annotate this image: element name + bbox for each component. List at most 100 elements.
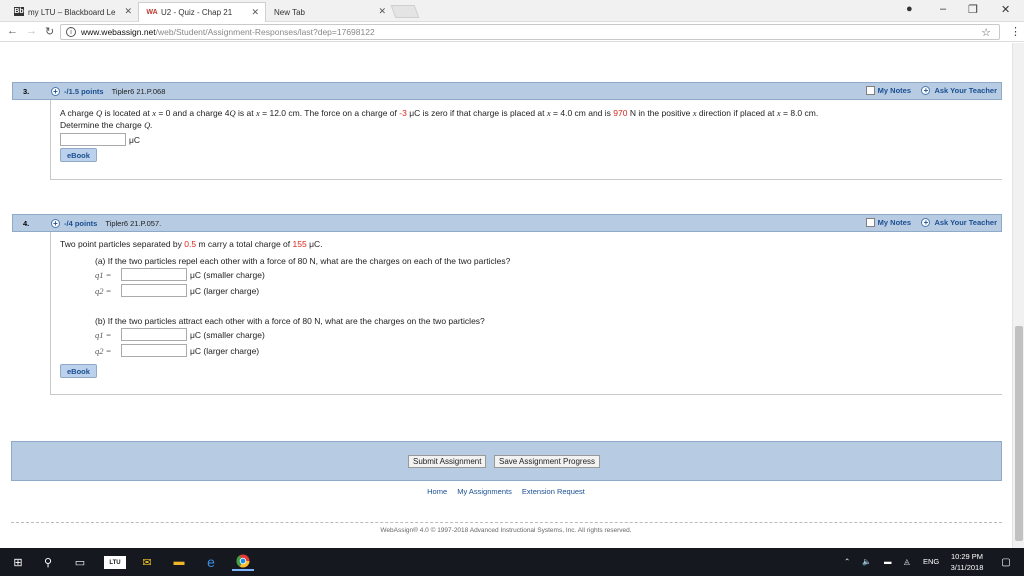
mail-icon[interactable]: ✉ (136, 553, 158, 571)
clock-date: 3/11/2018 (950, 563, 984, 572)
tab-label: New Tab (274, 7, 305, 17)
part-b-text: (b) If the two particles attract each ot… (95, 316, 485, 326)
plus-icon: + (921, 218, 931, 227)
part-a-q1-row: q1 = μC (smaller charge) (95, 268, 265, 281)
question-4-header: 4. + -/4 points Tipler6 21.P.057. My Not… (12, 214, 1002, 232)
bookmark-star-icon[interactable]: ☆ (981, 26, 991, 39)
part-b-q1-row: q1 = μC (smaller charge) (95, 328, 265, 341)
submit-bar: Submit Assignment Save Assignment Progre… (11, 441, 1002, 481)
part-a-q1-input[interactable] (121, 268, 187, 281)
close-icon[interactable]: ✕ (378, 6, 386, 17)
unit-label: μC (smaller charge) (190, 329, 265, 340)
close-window-icon[interactable]: ✕ (1001, 3, 1010, 16)
expand-plus-icon[interactable]: + (51, 218, 60, 228)
expand-plus-icon[interactable]: + (51, 86, 60, 96)
question-source: Tipler6 21.P.057. (105, 218, 162, 228)
notifications-icon[interactable]: ▢ (996, 553, 1016, 571)
copyright: WebAssign® 4.0 © 1997-2018 Advanced Inst… (380, 527, 632, 534)
windows-taskbar: ⊞ ⚲ ▭ LTU ✉ ▬ e ⌃ 🔈 ▬ ◬ ENG 10:29 PM 3/1… (0, 548, 1024, 576)
unit-label: μC (larger charge) (190, 345, 260, 356)
blackboard-app-icon[interactable]: LTU (104, 556, 126, 569)
scrollbar-thumb[interactable] (1015, 326, 1023, 541)
webassign-page: 3. + -/1.5 points Tipler6 21.P.068 My No… (0, 43, 1012, 548)
blackboard-icon: Bb (14, 7, 24, 16)
url-path: /web/Student/Assignment-Responses/last?d… (155, 27, 375, 37)
footer-links: Home My Assignments Extension Request (0, 487, 1012, 496)
page-scrollbar[interactable] (1012, 43, 1024, 548)
unit-label: μC (larger charge) (190, 285, 260, 296)
unit-label: μC (smaller charge) (190, 269, 265, 280)
part-a-q2-row: q2 = μC (larger charge) (95, 284, 259, 297)
ebook-button[interactable]: eBook (60, 148, 97, 162)
ebook-button[interactable]: eBook (60, 364, 97, 378)
forward-arrow-icon[interactable]: → (26, 25, 37, 37)
question-points: -/4 points (64, 218, 98, 228)
language-indicator[interactable]: ENG (923, 557, 939, 566)
answer-row: μC (60, 133, 140, 146)
ask-teacher-link[interactable]: + Ask Your Teacher (921, 218, 997, 227)
tab-blackboard[interactable]: Bb my LTU – Blackboard Le ✕ (6, 2, 138, 22)
question-number: 3. (23, 86, 30, 96)
home-link[interactable]: Home (427, 487, 447, 496)
restore-icon[interactable]: ❐ (968, 3, 978, 16)
my-notes-toggle[interactable]: My Notes (865, 86, 911, 95)
q2-label: q2 = (95, 285, 112, 296)
new-tab-button[interactable] (390, 5, 420, 18)
task-view-icon[interactable]: ▭ (68, 553, 92, 571)
file-explorer-icon[interactable]: ▬ (168, 553, 190, 571)
plus-icon: + (921, 86, 931, 95)
part-b-q2-input[interactable] (121, 344, 187, 357)
part-b-q2-row: q2 = μC (larger charge) (95, 344, 259, 357)
info-icon[interactable]: i (66, 27, 76, 37)
minimize-icon[interactable]: – (940, 3, 946, 15)
back-arrow-icon[interactable]: ← (7, 25, 18, 37)
edge-browser-icon[interactable]: e (200, 553, 222, 571)
tab-quiz[interactable]: WA U2 - Quiz - Chap 21 ✕ (138, 2, 266, 22)
browser-tab-strip: Bb my LTU – Blackboard Le ✕ WA U2 - Quiz… (0, 0, 1024, 22)
volume-icon[interactable]: 🔈 (862, 557, 871, 566)
url-host: www.webassign.net (81, 27, 156, 37)
question-3-block (50, 90, 1002, 180)
url-bar[interactable]: i www.webassign.net/web/Student/Assignme… (60, 24, 1000, 40)
tab-label: my LTU – Blackboard Le (28, 7, 116, 17)
tab-new[interactable]: New Tab ✕ (266, 2, 392, 22)
question-points: -/1.5 points (64, 86, 104, 96)
question-number: 4. (23, 218, 30, 228)
question-source: Tipler6 21.P.068 (111, 86, 166, 96)
extension-request-link[interactable]: Extension Request (522, 487, 585, 496)
battery-icon[interactable]: ▬ (884, 557, 892, 566)
q2-label: q2 = (95, 345, 112, 356)
profile-icon[interactable]: ● (906, 3, 913, 15)
submit-assignment-button[interactable]: Submit Assignment (408, 455, 487, 468)
part-a-q2-input[interactable] (121, 284, 187, 297)
wifi-icon[interactable]: ◬ (904, 557, 910, 566)
windows-start-icon[interactable]: ⊞ (6, 553, 30, 571)
ask-teacher-link[interactable]: + Ask Your Teacher (921, 86, 997, 95)
q1-label: q1 = (95, 269, 112, 280)
part-b-q1-input[interactable] (121, 328, 187, 341)
close-icon[interactable]: ✕ (251, 7, 259, 18)
address-row: ← → ↻ i www.webassign.net/web/Student/As… (0, 22, 1024, 42)
menu-kebab-icon[interactable]: ⋮ (1010, 25, 1021, 38)
save-progress-button[interactable]: Save Assignment Progress (494, 455, 601, 468)
question-3-header: 3. + -/1.5 points Tipler6 21.P.068 My No… (12, 82, 1002, 100)
clock-time: 10:29 PM (950, 552, 984, 561)
footer-divider (11, 522, 1002, 523)
checkbox-icon[interactable] (865, 86, 875, 95)
taskbar-clock[interactable]: 10:29 PM 3/11/2018 (941, 551, 993, 573)
question-4-intro: Two point particles separated by 0.5 m c… (60, 239, 323, 249)
tray-chevron-icon[interactable]: ⌃ (844, 557, 850, 566)
reload-icon[interactable]: ↻ (45, 25, 54, 38)
answer-input-q[interactable] (60, 133, 126, 146)
question-3-text: A charge Q is located at x = 0 and a cha… (60, 108, 819, 130)
search-icon[interactable]: ⚲ (36, 553, 60, 571)
q1-label: q1 = (95, 329, 112, 340)
part-a-text: (a) If the two particles repel each othe… (95, 256, 511, 266)
tab-label: U2 - Quiz - Chap 21 (161, 8, 233, 17)
my-assignments-link[interactable]: My Assignments (457, 487, 512, 496)
unit-label: μC (129, 134, 141, 145)
close-icon[interactable]: ✕ (124, 6, 132, 17)
my-notes-toggle[interactable]: My Notes (865, 218, 911, 227)
checkbox-icon[interactable] (865, 218, 875, 227)
chrome-icon[interactable] (232, 553, 254, 571)
